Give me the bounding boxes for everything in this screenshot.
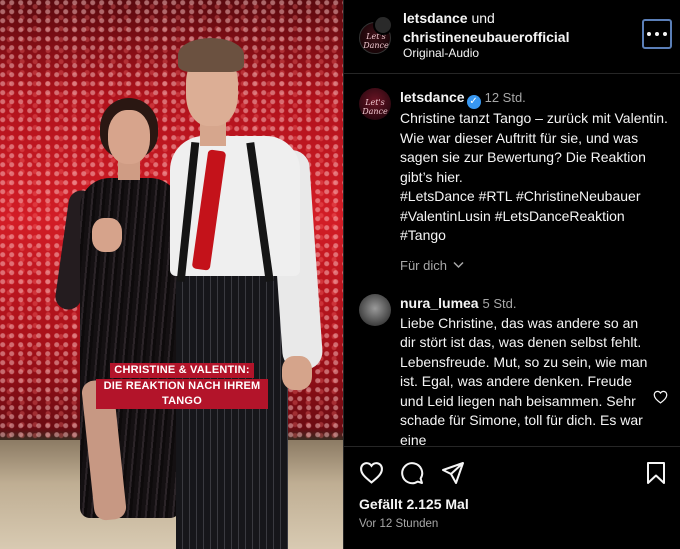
comment-username[interactable]: nura_lumea — [400, 295, 479, 311]
action-bar: Gefällt 2.125 Mal Vor 12 Stunden — [344, 446, 680, 549]
save-bookmark-icon[interactable] — [646, 461, 666, 485]
comment-time: 5 Std. — [482, 296, 517, 311]
post-text: Christine tanzt Tango – zurück mit Valen… — [400, 110, 668, 185]
comment-text: Liebe Christine, das was andere so an di… — [400, 314, 648, 447]
video-caption: CHRISTINE & VALENTIN: DIE REAKTION NACH … — [96, 360, 268, 410]
header-connector: und — [471, 10, 495, 26]
letsdance-logo: Let's Dance — [363, 32, 389, 50]
man-hand — [282, 356, 312, 390]
post-author-avatar[interactable]: Let's Dance — [359, 88, 391, 120]
collaborator-avatar[interactable] — [373, 15, 393, 35]
caption-line-2: DIE REAKTION NACH IHREM TANGO — [96, 379, 268, 409]
post-header: Let's Dance letsdance und christineneuba… — [344, 0, 680, 74]
more-icon-dot — [663, 32, 667, 36]
post-video[interactable]: CHRISTINE & VALENTIN: DIE REAKTION NACH … — [0, 0, 343, 549]
more-icon-dot — [655, 32, 659, 36]
comments-scroll-area[interactable]: Let's Dance letsdance ✓ 12 Std. Christine … — [344, 74, 680, 446]
more-icon — [647, 32, 651, 36]
post-username[interactable]: letsdance — [400, 89, 465, 105]
man-hair — [178, 38, 244, 72]
comment: nura_lumea 5 Std. Liebe Christine, das w… — [400, 294, 650, 446]
letsdance-logo: Let's Dance — [362, 98, 388, 116]
post-timestamp[interactable]: Vor 12 Stunden — [359, 518, 438, 530]
collab-avatar[interactable]: Let's Dance — [359, 15, 393, 54]
post-side-panel: Let's Dance letsdance und christineneuba… — [343, 0, 680, 549]
comment-avatar[interactable] — [359, 294, 391, 326]
see-translation-label: Für dich — [400, 258, 447, 273]
share-paper-plane-icon[interactable] — [441, 461, 465, 485]
likes-count[interactable]: Gefällt 2.125 Mal — [359, 496, 469, 512]
collab-usernames: letsdance und christineneubauerofficial — [403, 9, 633, 47]
caption-line-1: CHRISTINE & VALENTIN: — [110, 363, 254, 378]
woman-face — [108, 110, 150, 164]
woman-hand — [92, 218, 122, 252]
post-time: 12 Std. — [484, 90, 526, 105]
see-translation-link[interactable]: Für dich — [400, 258, 464, 273]
post-hashtags[interactable]: #LetsDance #RTL #ChristineNeubauer #Vale… — [400, 188, 640, 243]
comment-like-heart-icon[interactable] — [653, 390, 668, 404]
chevron-down-icon — [453, 261, 464, 269]
comment-bubble-icon[interactable] — [400, 461, 424, 485]
post-caption: letsdance ✓ 12 Std. Christine tanzt Tango … — [400, 88, 670, 246]
verified-badge-icon: ✓ — [466, 95, 481, 109]
like-heart-icon[interactable] — [359, 461, 384, 484]
more-options-button[interactable] — [642, 19, 672, 49]
header-username-1[interactable]: letsdance — [403, 10, 468, 26]
audio-link[interactable]: Original-Audio — [403, 46, 479, 60]
header-username-2[interactable]: christineneubauerofficial — [403, 29, 569, 45]
